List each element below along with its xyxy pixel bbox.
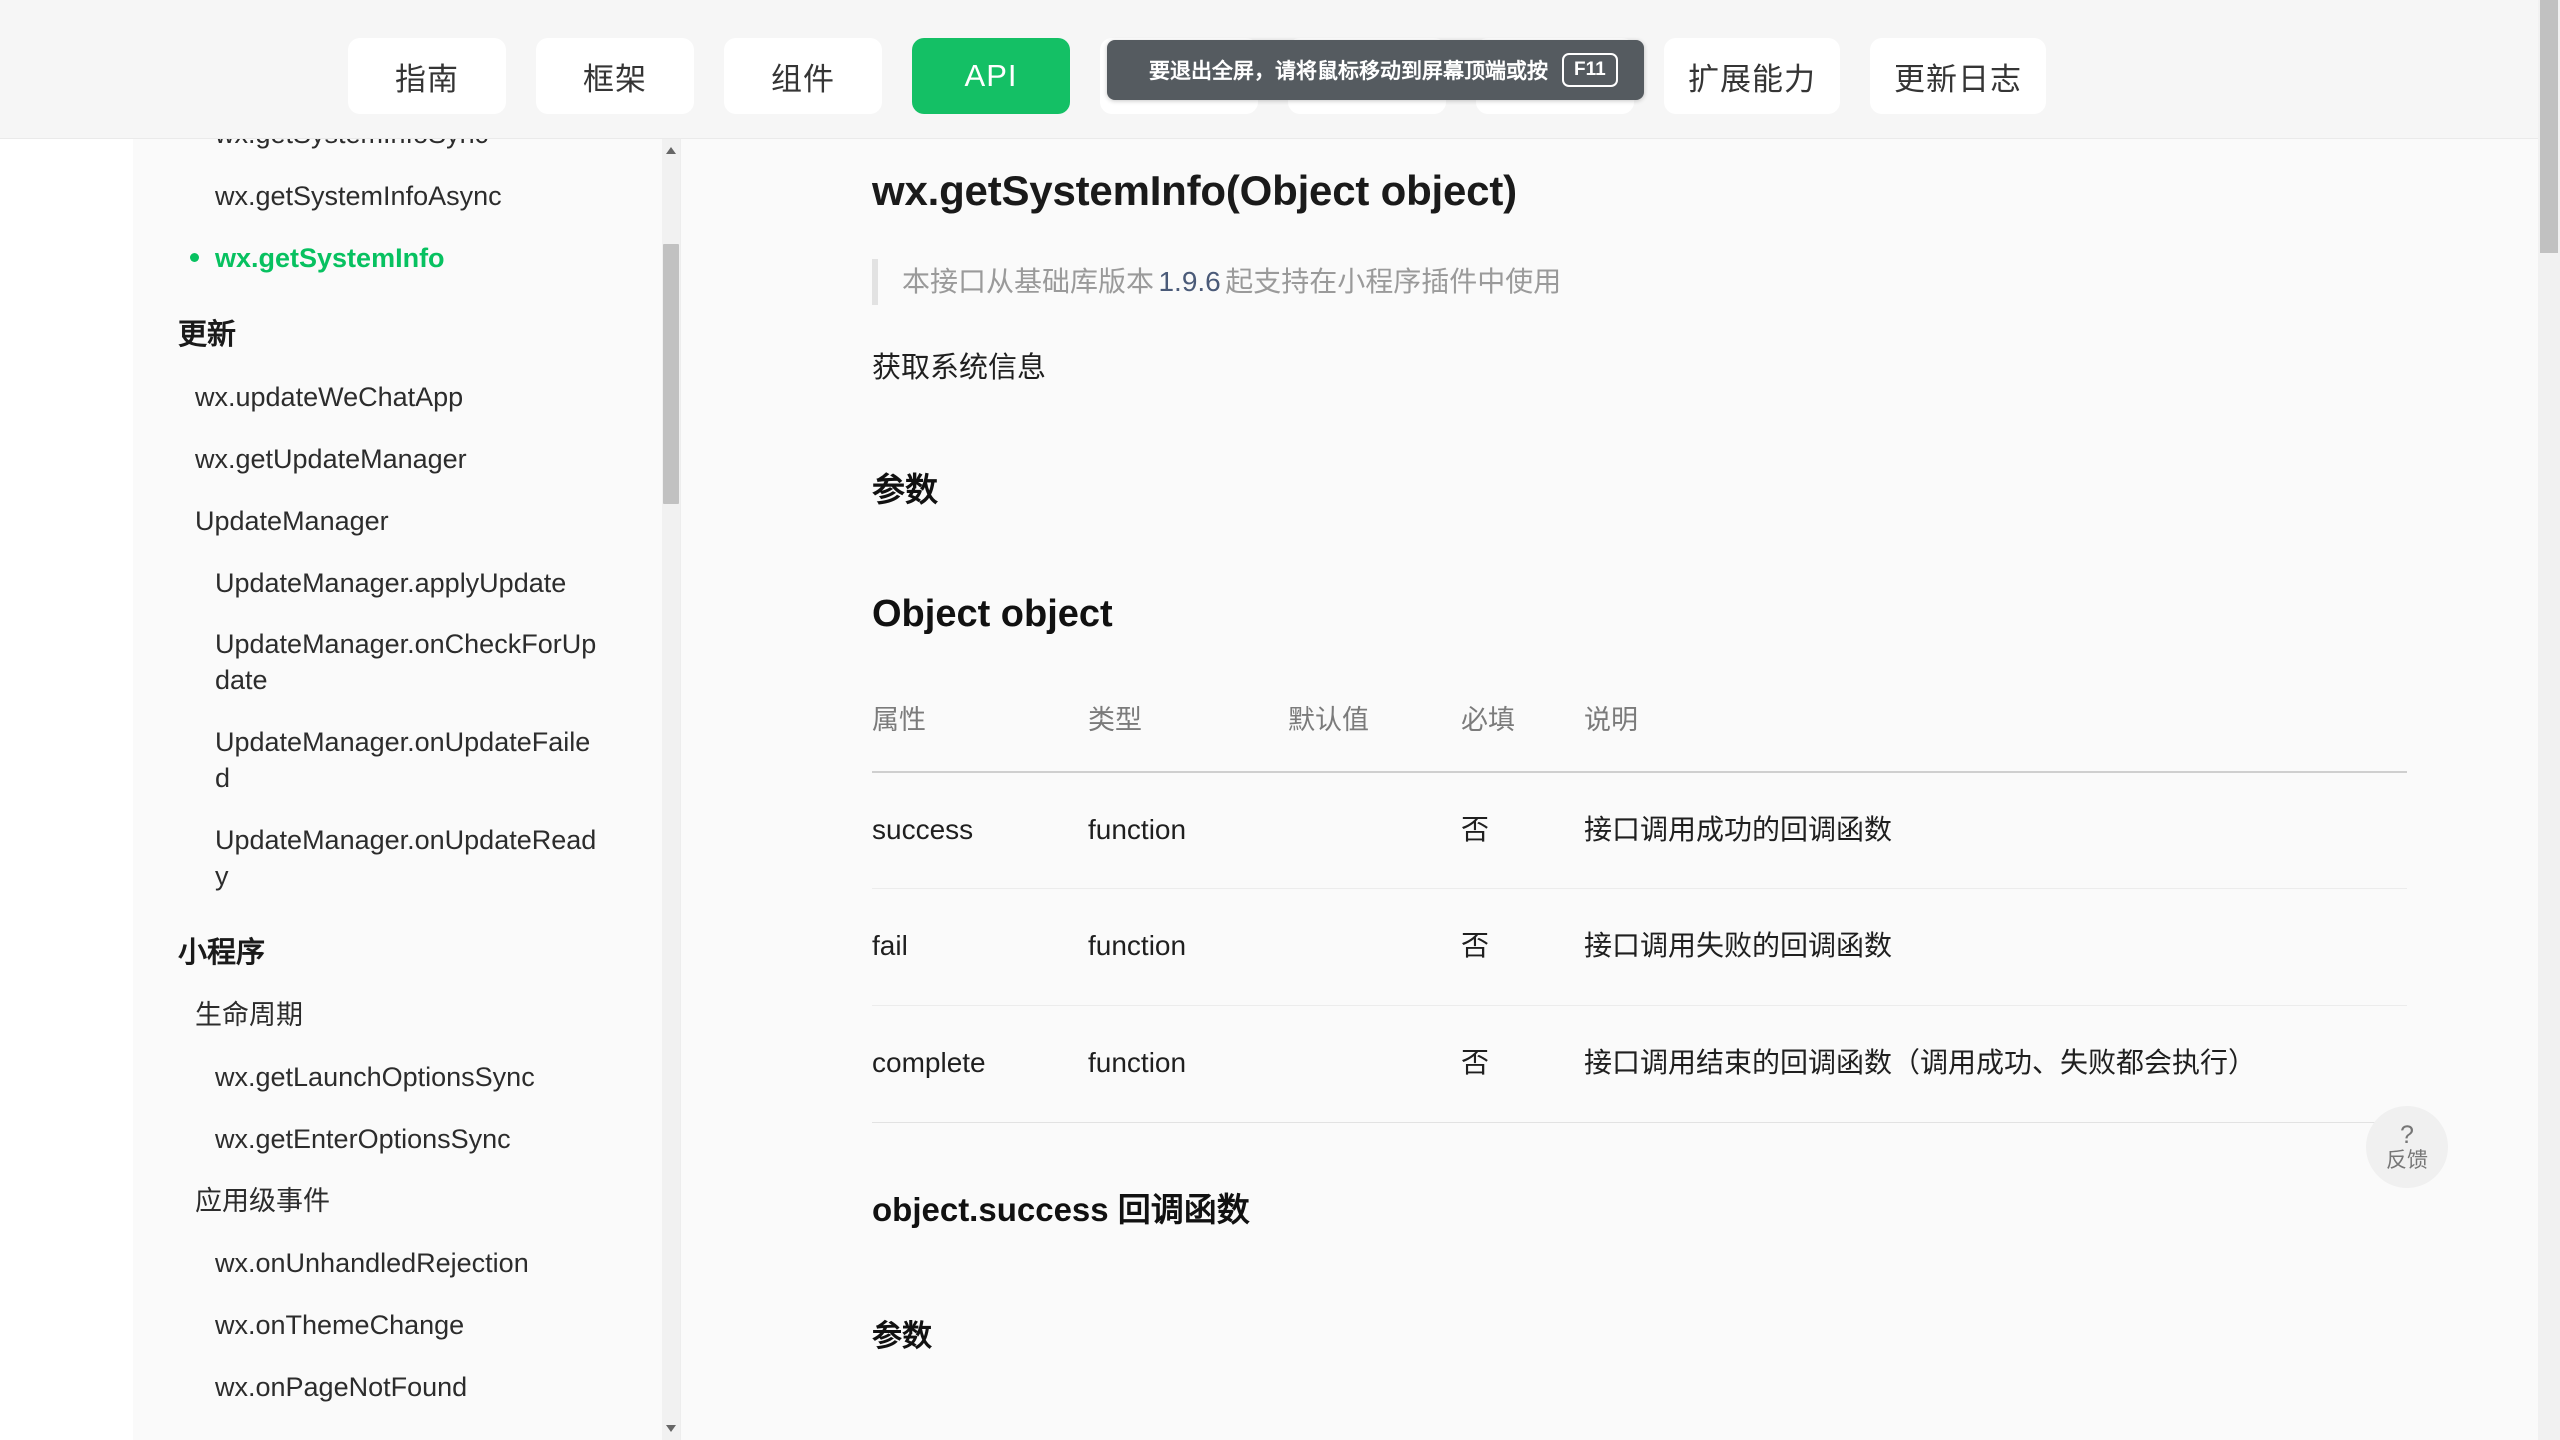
version-note-suffix: 起支持在小程序插件中使用 bbox=[1225, 266, 1562, 297]
question-mark-icon: ? bbox=[2400, 1121, 2414, 1149]
left-gutter bbox=[0, 139, 133, 1440]
scroll-down-arrow-icon[interactable] bbox=[666, 1425, 676, 1432]
table-cell bbox=[1288, 771, 1461, 890]
sidebar-item-18[interactable]: wx.onPageNotFound bbox=[133, 1357, 633, 1419]
feedback-button[interactable]: ? 反馈 bbox=[2366, 1106, 2448, 1188]
table-cell: function bbox=[1088, 888, 1288, 1007]
sidebar-group-title: 更新 bbox=[178, 318, 237, 351]
sidebar-item-5[interactable]: wx.getUpdateManager bbox=[133, 429, 633, 491]
scroll-up-arrow-icon[interactable] bbox=[666, 147, 676, 154]
page-scrollbar-thumb[interactable] bbox=[2540, 0, 2558, 253]
table-cell: 接口调用结束的回调函数（调用成功、失败都会执行） bbox=[1584, 1005, 2407, 1123]
sidebar-group-title: 小程序 bbox=[178, 936, 266, 969]
sidebar-item-9[interactable]: UpdateManager.onUpdateFailed bbox=[133, 712, 633, 810]
feedback-label: 反馈 bbox=[2386, 1149, 2428, 1172]
api-sidebar[interactable]: wx.getSystemInfoSyncwx.getSystemInfoAsyn… bbox=[133, 139, 681, 1440]
table-col-header-3: 必填 bbox=[1461, 697, 1584, 773]
table-row: success function 否接口调用成功的回调函数 bbox=[872, 771, 2407, 890]
sidebar-item-14[interactable]: wx.getEnterOptionsSync bbox=[133, 1109, 633, 1171]
sidebar-item-16[interactable]: wx.onUnhandledRejection bbox=[133, 1233, 633, 1295]
sidebar-item-4[interactable]: wx.updateWeChatApp bbox=[133, 367, 633, 429]
sidebar-scrollbar[interactable] bbox=[662, 139, 680, 1440]
params-table: 属性 类型 默认值 必填 说明 success function 否接口调用成功的回调函数 f… bbox=[872, 697, 2407, 1123]
sidebar-item-1[interactable]: wx.getSystemInfoAsync bbox=[133, 166, 633, 228]
table-cell: 否 bbox=[1461, 771, 1584, 890]
sidebar-item-15[interactable]: 应用级事件 bbox=[133, 1171, 633, 1233]
page-root: 指南框架组件API服务端工具云开发扩展能力更新日志 要退出全屏，请将鼠标移动到屏… bbox=[0, 0, 2560, 1440]
body-area: wx.getSystemInfoSyncwx.getSystemInfoAsyn… bbox=[0, 139, 2560, 1440]
main-content: wx.getSystemInfo(Object object) 本接口从基础库版… bbox=[682, 139, 2542, 1440]
table-cell bbox=[1288, 888, 1461, 1007]
sidebar-item-0[interactable]: wx.getSystemInfoSync bbox=[133, 139, 633, 166]
api-description: 获取系统信息 bbox=[872, 352, 1047, 384]
callback-heading: object.success 回调函数 bbox=[872, 1190, 1250, 1228]
table-cell bbox=[1288, 1005, 1461, 1123]
table-cell: complete bbox=[872, 1005, 1088, 1123]
table-cell: 接口调用失败的回调函数 bbox=[1584, 888, 2407, 1007]
sidebar-item-2[interactable]: wx.getSystemInfo bbox=[133, 228, 633, 290]
section-heading-params: 参数 bbox=[872, 470, 938, 508]
table-body: success function 否接口调用成功的回调函数 fail function 否… bbox=[872, 771, 2407, 1123]
sidebar-item-6[interactable]: UpdateManager bbox=[133, 491, 633, 553]
section-heading-object: Object object bbox=[872, 592, 1113, 635]
sidebar-item-7[interactable]: UpdateManager.applyUpdate bbox=[133, 553, 633, 615]
table-header-row: 属性 类型 默认值 必填 说明 bbox=[872, 697, 2407, 773]
table-cell: function bbox=[1088, 771, 1288, 890]
table-row: complete function 否接口调用结束的回调函数（调用成功、失败都会执行… bbox=[872, 1005, 2407, 1123]
table-cell: success bbox=[872, 771, 1088, 890]
f11-keycap: F11 bbox=[1562, 53, 1618, 87]
callback-params-heading: 参数 bbox=[872, 1319, 932, 1353]
sidebar-item-13[interactable]: wx.getLaunchOptionsSync bbox=[133, 1047, 633, 1109]
version-number: 1.9.6 bbox=[1158, 266, 1221, 297]
table-col-header-0: 属性 bbox=[872, 697, 1088, 773]
version-support-note: 本接口从基础库版本 1.9.6 起支持在小程序插件中使用 bbox=[872, 259, 2402, 305]
table-row: fail function 否接口调用失败的回调函数 bbox=[872, 888, 2407, 1007]
sidebar-item-12[interactable]: 生命周期 bbox=[133, 985, 633, 1047]
table-cell: 否 bbox=[1461, 888, 1584, 1007]
table-col-header-1: 类型 bbox=[1088, 697, 1288, 773]
nav-item-8[interactable]: 更新日志 bbox=[1870, 38, 2046, 114]
sidebar-item-17[interactable]: wx.onThemeChange bbox=[133, 1295, 633, 1357]
table-cell: function bbox=[1088, 1005, 1288, 1123]
nav-item-7[interactable]: 扩展能力 bbox=[1664, 38, 1840, 114]
table-col-header-4: 说明 bbox=[1584, 697, 2407, 773]
table-cell: 否 bbox=[1461, 1005, 1584, 1123]
sidebar-list: wx.getSystemInfoSyncwx.getSystemInfoAsyn… bbox=[133, 139, 653, 1418]
table-cell: 接口调用成功的回调函数 bbox=[1584, 771, 2407, 890]
nav-item-0[interactable]: 指南 bbox=[348, 38, 506, 114]
version-note-prefix: 本接口从基础库版本 bbox=[902, 266, 1155, 297]
sidebar-item-8[interactable]: UpdateManager.onCheckForUpdate bbox=[133, 614, 633, 712]
fullscreen-hint-tooltip: 要退出全屏，请将鼠标移动到屏幕顶端或按 F11 bbox=[1107, 40, 1644, 100]
nav-item-3[interactable]: API bbox=[912, 38, 1070, 114]
nav-item-2[interactable]: 组件 bbox=[724, 38, 882, 114]
table-col-header-2: 默认值 bbox=[1288, 697, 1461, 773]
nav-item-1[interactable]: 框架 bbox=[536, 38, 694, 114]
page-scrollbar[interactable] bbox=[2538, 0, 2560, 1440]
fullscreen-hint-message: 要退出全屏，请将鼠标移动到屏幕顶端或按 bbox=[1149, 60, 1548, 83]
table-cell: fail bbox=[872, 888, 1088, 1007]
doc-body: wx.getSystemInfo(Object object) 本接口从基础库版… bbox=[682, 139, 2522, 1355]
page-title: wx.getSystemInfo(Object object) bbox=[872, 167, 1517, 214]
sidebar-item-10[interactable]: UpdateManager.onUpdateReady bbox=[133, 810, 633, 908]
sidebar-scrollbar-thumb[interactable] bbox=[663, 244, 679, 504]
